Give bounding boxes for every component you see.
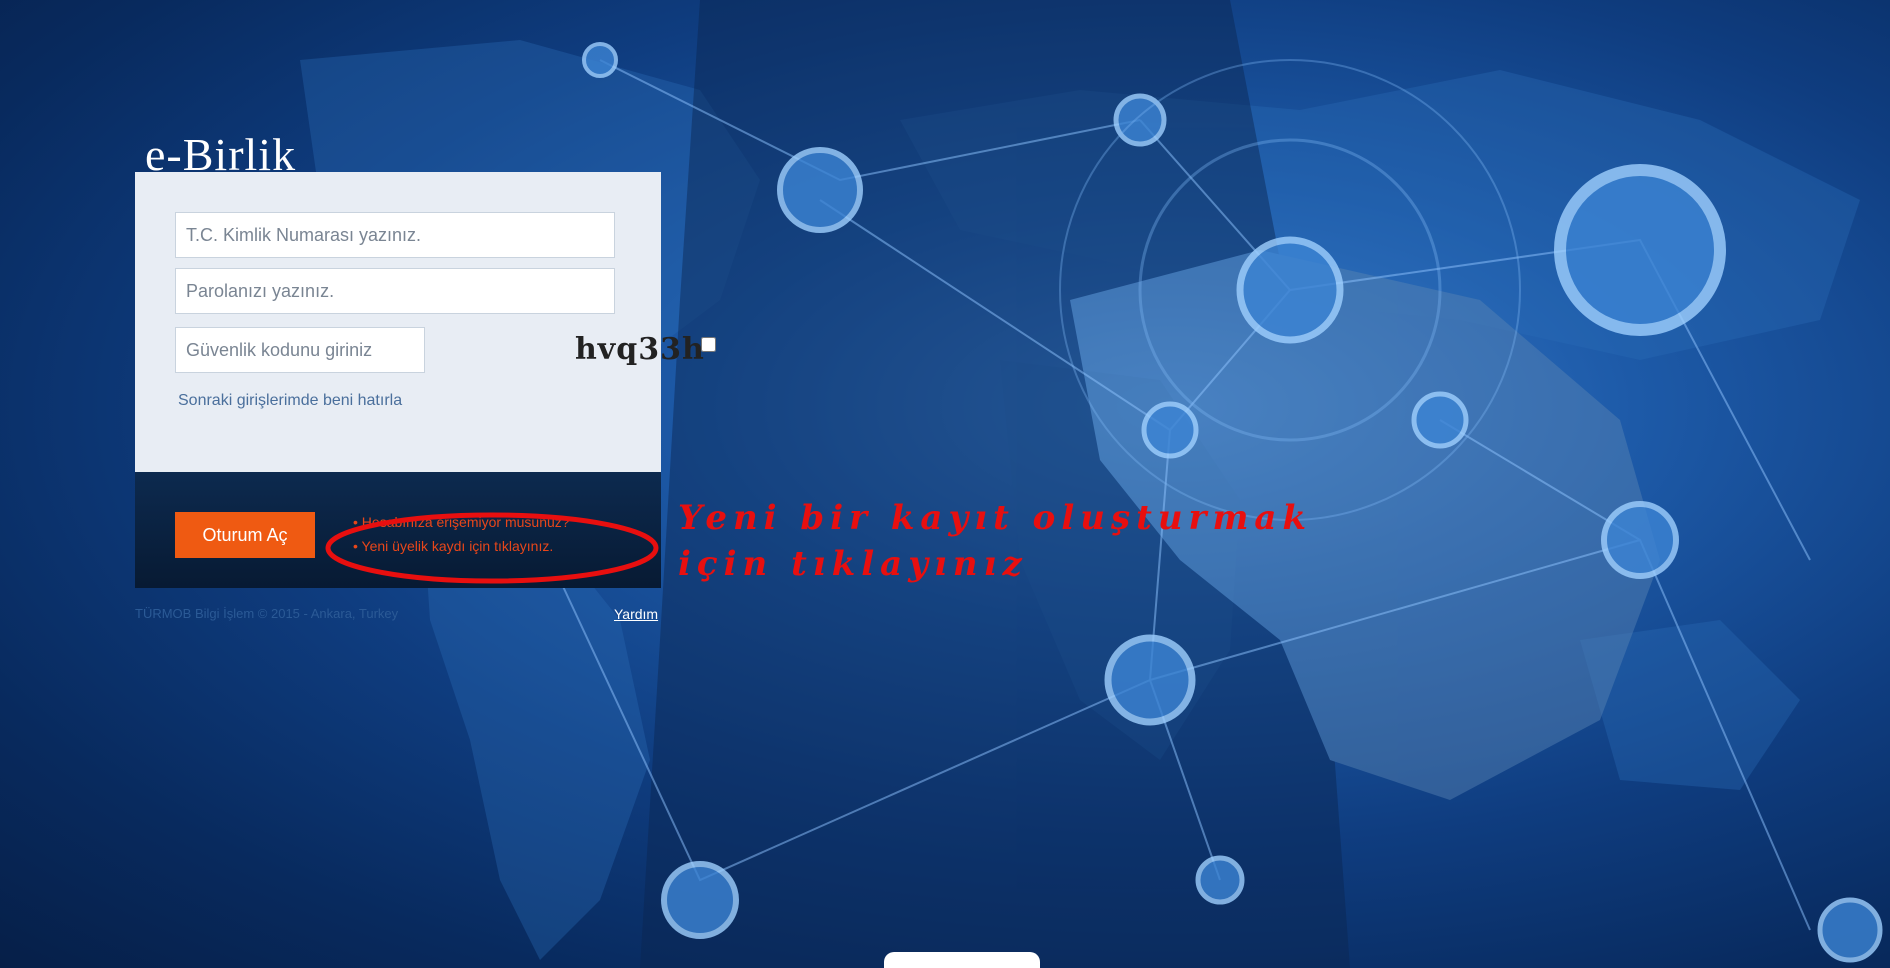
remember-checkbox[interactable] bbox=[701, 337, 716, 352]
annotation-line-1: Yeni bir kayıt oluşturmak bbox=[678, 498, 1313, 538]
bottom-tab[interactable] bbox=[884, 952, 1040, 968]
highlight-ellipse bbox=[325, 512, 659, 584]
annotation-callout: Yeni bir kayıt oluşturmak için tıklayını… bbox=[678, 495, 1312, 587]
login-submit-button[interactable]: Oturum Aç bbox=[175, 512, 315, 558]
password-input[interactable] bbox=[175, 268, 615, 314]
copyright-text: TÜRMOB Bilgi İşlem © 2015 - Ankara, Turk… bbox=[135, 606, 399, 621]
captcha-image: hvq33h bbox=[575, 332, 705, 367]
remember-label: Sonraki girişlerimde beni hatırla bbox=[178, 392, 403, 409]
captcha-input[interactable] bbox=[175, 327, 425, 373]
login-form: hvq33h Sonraki girişlerimde beni hatırla bbox=[135, 172, 716, 472]
tc-identity-input[interactable] bbox=[175, 212, 615, 258]
help-link[interactable]: Yardım bbox=[614, 606, 658, 622]
login-page: e-Birlik hvq33h Sonraki girişlerimde ben… bbox=[0, 0, 1890, 968]
annotation-line-2: için tıklayınız bbox=[678, 544, 1028, 584]
